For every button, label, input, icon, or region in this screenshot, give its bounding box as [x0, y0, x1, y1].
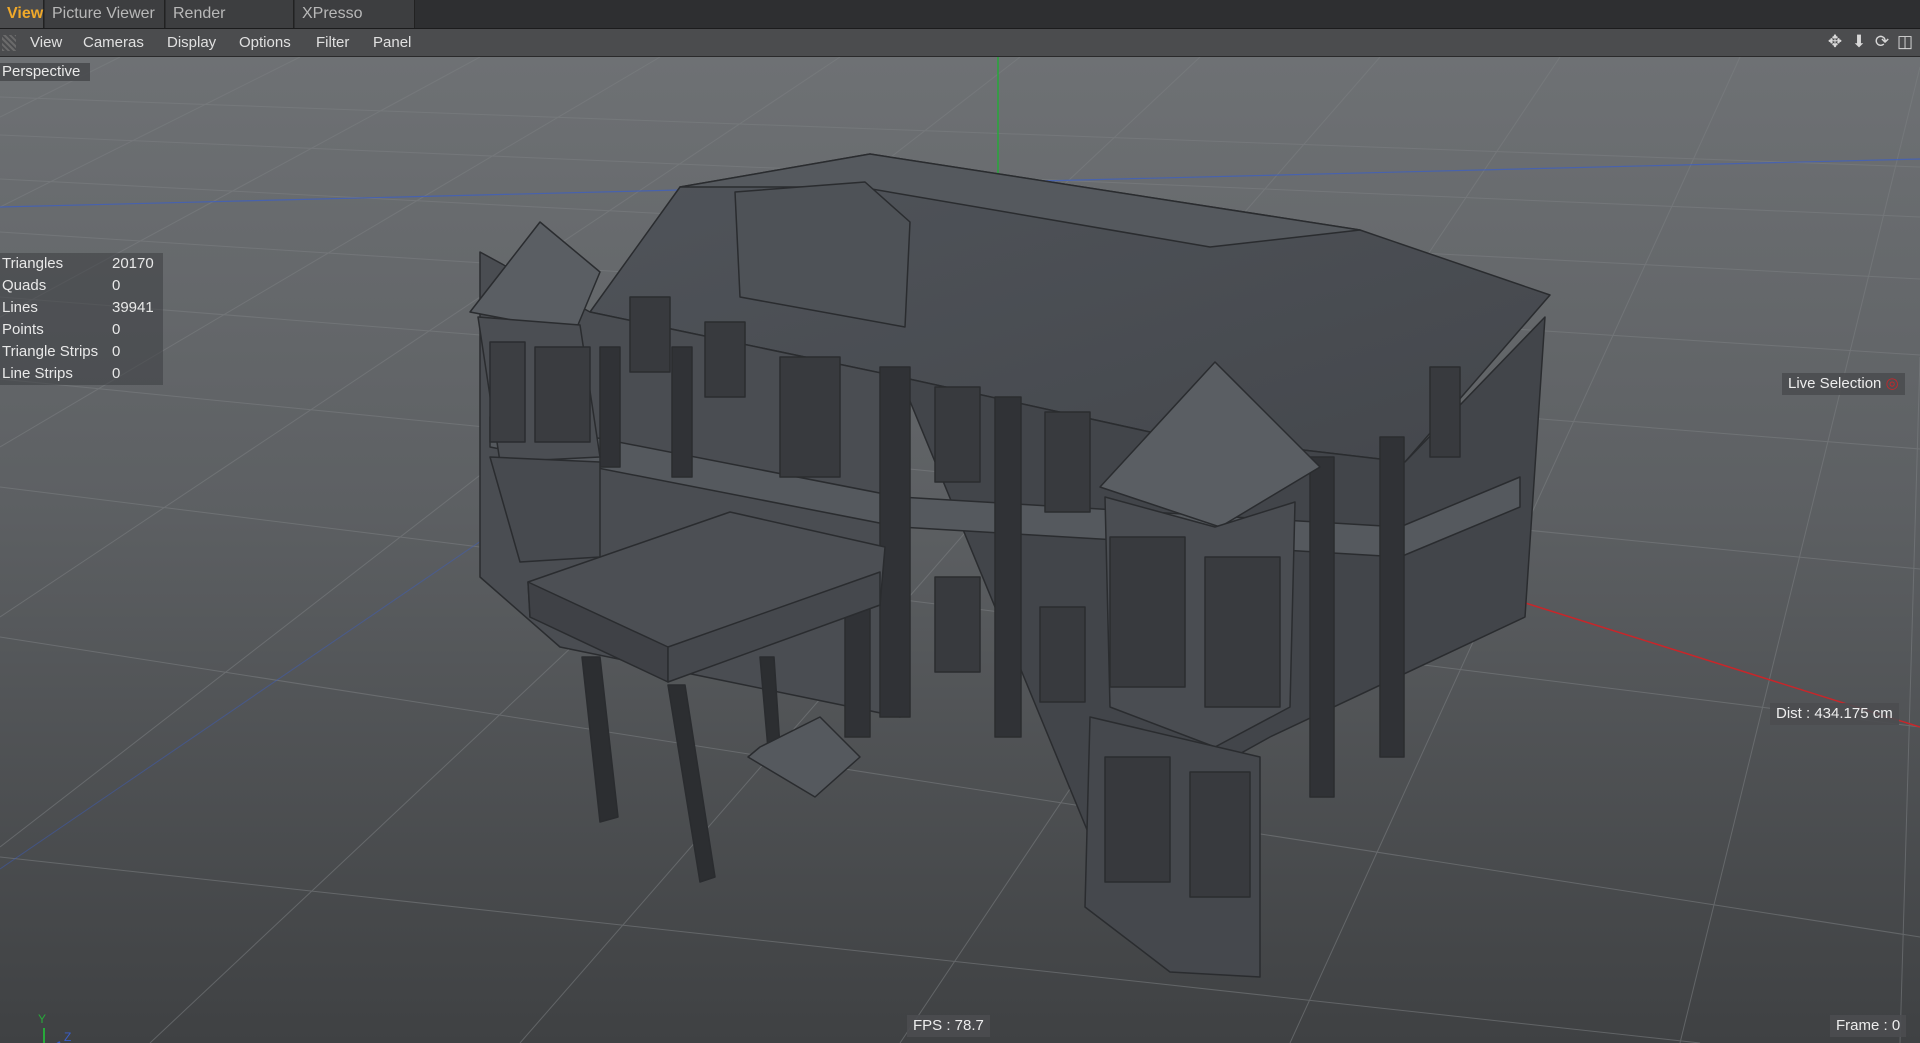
stat-value: 0	[112, 365, 121, 382]
distance-readout: Dist : 434.175 cm	[1770, 703, 1899, 725]
viewport-scene	[0, 57, 1920, 1043]
stat-name: Quads	[2, 277, 47, 294]
stat-name: Triangles	[2, 255, 64, 272]
tab-view[interactable]: View	[0, 0, 44, 28]
stat-row: Line Strips 0	[0, 363, 163, 385]
move-view-icon[interactable]: ✥	[1826, 33, 1844, 51]
menu-filter[interactable]: Filter	[316, 29, 349, 56]
menu-view[interactable]: View	[30, 29, 62, 56]
stat-name: Triangle Strips	[2, 343, 99, 360]
stat-value: 0	[112, 277, 121, 294]
toggle-panel-icon[interactable]: ◫	[1896, 33, 1914, 51]
tab-xpresso-editor[interactable]: XPresso Editor	[295, 0, 415, 50]
viewport-menu-bar: View Cameras Display Options Filter Pane…	[0, 29, 1920, 57]
camera-label[interactable]: Perspective	[0, 63, 90, 81]
stat-name: Points	[2, 321, 44, 338]
rotate-view-icon[interactable]: ⟳	[1873, 33, 1891, 51]
axis-z-label: Z	[64, 1030, 72, 1043]
tab-render-settings[interactable]: Render Settings	[166, 0, 294, 50]
tool-label: Live Selection	[1788, 375, 1882, 392]
stat-row: Lines 39941	[0, 297, 163, 319]
stat-value: 0	[112, 321, 121, 338]
stat-value: 39941	[112, 299, 154, 316]
frame-readout: Frame : 0	[1830, 1015, 1907, 1037]
tab-picture-viewer[interactable]: Picture Viewer	[45, 0, 165, 28]
fps-readout: FPS : 78.7	[907, 1015, 990, 1037]
menu-options[interactable]: Options	[239, 29, 291, 56]
stat-name: Line Strips	[2, 365, 73, 382]
axis-y-label: Y	[38, 1012, 47, 1026]
menu-cameras[interactable]: Cameras	[83, 29, 144, 56]
live-selection-tag[interactable]: Live Selection ◎	[1782, 373, 1905, 395]
stat-row: Triangles 20170	[0, 253, 163, 275]
menu-panel[interactable]: Panel	[373, 29, 411, 56]
stat-value: 20170	[112, 255, 154, 272]
dolly-view-icon[interactable]: ⬇	[1850, 33, 1868, 51]
axis-gizmo: Y Z X	[30, 1012, 90, 1043]
menu-display[interactable]: Display	[167, 29, 216, 56]
window-tab-bar: View Picture Viewer Render Settings XPre…	[0, 0, 1920, 50]
stat-row: Triangle Strips 0	[0, 341, 163, 363]
panel-grip-handle[interactable]	[2, 35, 16, 51]
live-selection-icon: ◎	[1885, 375, 1899, 392]
stat-name: Lines	[2, 299, 38, 316]
3d-viewport[interactable]: Perspective Triangles 20170 Quads 0 Lines 3…	[0, 57, 1920, 1043]
stat-row: Points 0	[0, 319, 163, 341]
stat-row: Quads 0	[0, 275, 163, 297]
stat-value: 0	[112, 343, 121, 360]
stats-overlay: Triangles 20170 Quads 0 Lines 39941 Points 0…	[0, 253, 163, 385]
